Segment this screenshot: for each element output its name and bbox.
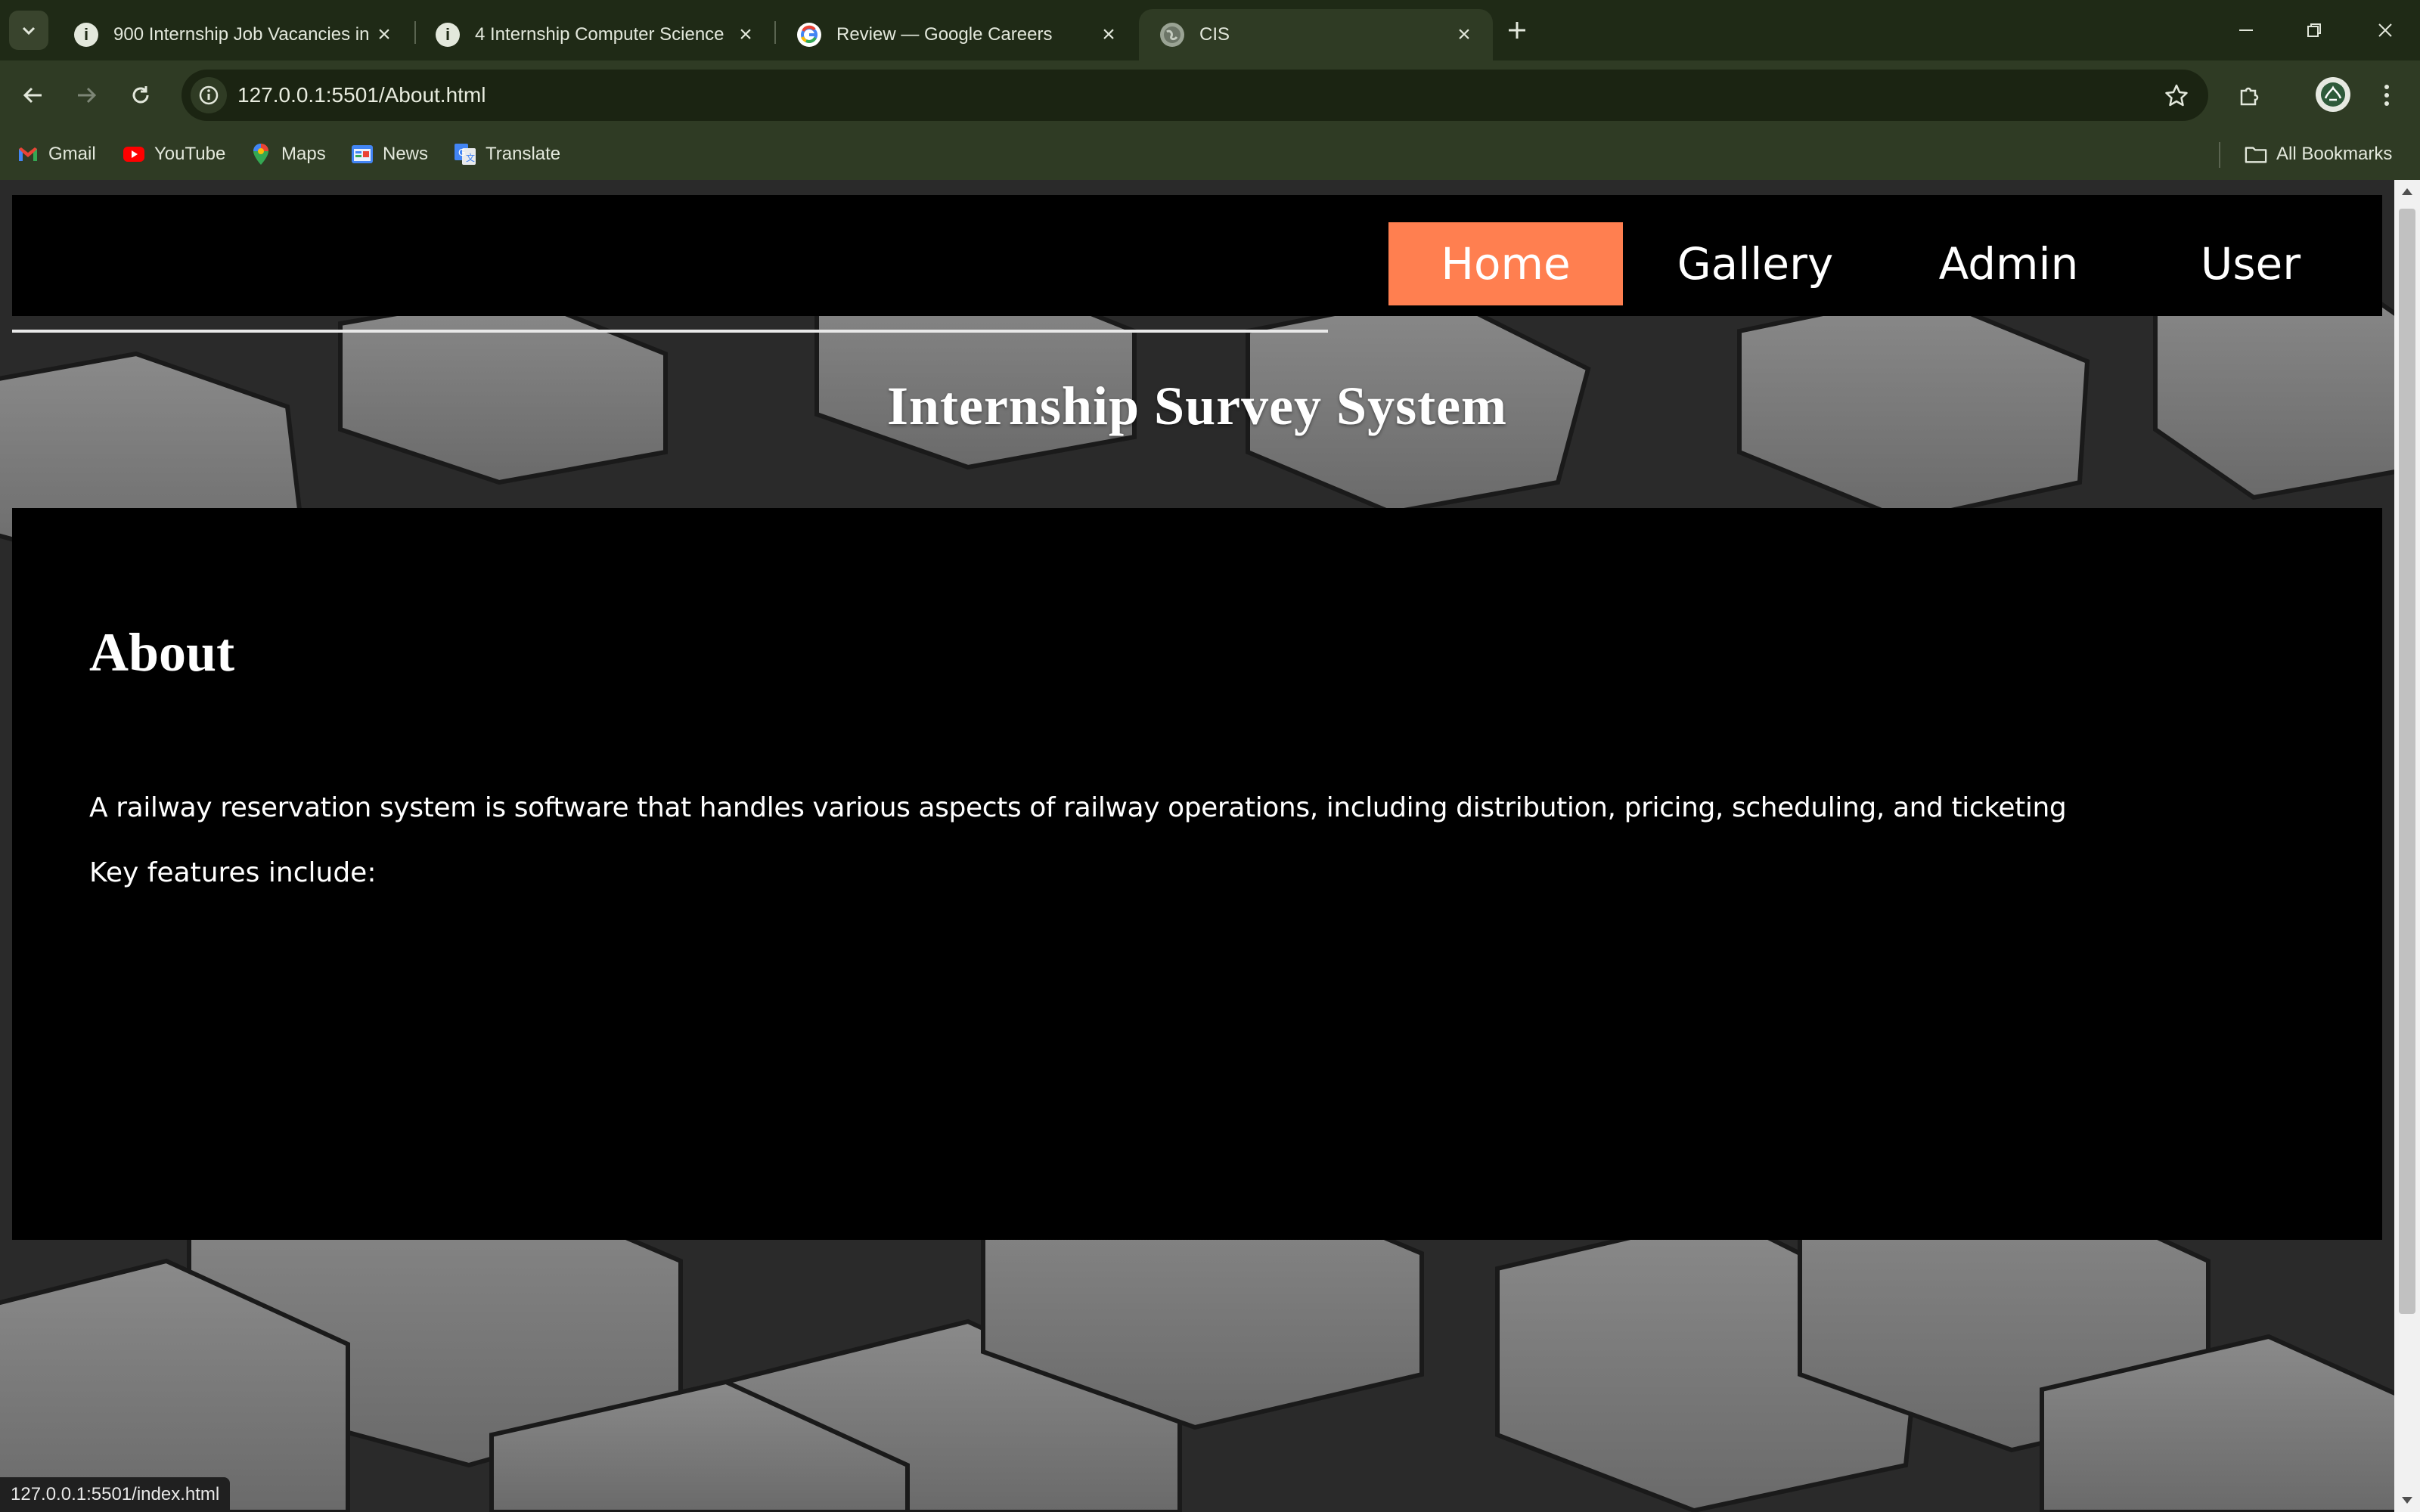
google-icon	[797, 23, 821, 47]
folder-icon	[2245, 143, 2267, 166]
youtube-icon	[123, 143, 145, 166]
tab-title: 4 Internship Computer Science	[475, 24, 724, 45]
translate-icon: G文	[454, 143, 476, 166]
restore-button[interactable]	[2291, 11, 2337, 50]
link-status-url: 127.0.0.1:5501/index.html	[0, 1477, 231, 1512]
new-tab-button[interactable]	[1500, 14, 1534, 47]
bookmark-label: Translate	[486, 144, 561, 164]
svg-text:文: 文	[466, 152, 475, 163]
maps-icon	[250, 143, 272, 166]
all-bookmarks-label: All Bookmarks	[2276, 144, 2393, 164]
puzzle-icon	[2240, 87, 2259, 106]
avatar-icon	[2321, 82, 2345, 107]
back-button[interactable]	[14, 76, 53, 115]
chevron-down-icon	[22, 26, 36, 36]
minimize-button[interactable]	[2223, 11, 2269, 50]
bookmark-maps[interactable]: Maps	[250, 136, 326, 172]
close-icon[interactable]: ×	[371, 21, 398, 48]
bookmarks-divider	[2219, 142, 2220, 168]
nav-home-link[interactable]: Home	[1388, 222, 1623, 305]
tab-google-careers[interactable]: Review — Google Careers ×	[776, 9, 1137, 60]
profile-avatar[interactable]	[2316, 77, 2350, 112]
bookmarks-bar: Gmail YouTube Maps News G文 Translate All…	[0, 129, 2420, 180]
about-section: About A railway reservation system is so…	[12, 508, 2382, 1240]
forward-button[interactable]	[67, 76, 106, 115]
info-icon: i	[436, 23, 460, 47]
browser-menu-button[interactable]	[2367, 76, 2406, 115]
key-features-label: Key features include:	[89, 857, 377, 888]
svg-text:G: G	[458, 147, 465, 158]
extensions-button[interactable]	[2229, 76, 2269, 115]
restore-icon	[2307, 23, 2321, 37]
close-icon[interactable]: ×	[732, 21, 759, 48]
kebab-menu-icon	[2384, 85, 2389, 106]
nav-gallery-link[interactable]: Gallery	[1638, 222, 1872, 305]
close-icon	[2378, 23, 2392, 37]
reload-icon	[132, 86, 149, 104]
bookmark-gmail[interactable]: Gmail	[17, 136, 96, 172]
close-icon[interactable]: ×	[1450, 21, 1478, 48]
tab-title: Review — Google Careers	[836, 24, 1053, 45]
nav-admin-link[interactable]: Admin	[1895, 222, 2122, 305]
page-viewport: Home Gallery Admin User Internship Surve…	[0, 180, 2394, 1512]
close-icon[interactable]: ×	[1095, 21, 1122, 48]
scroll-up-arrow-icon[interactable]	[2400, 184, 2414, 198]
tab-title: CIS	[1199, 24, 1230, 45]
about-paragraph: A railway reservation system is software…	[89, 792, 2067, 823]
scroll-down-arrow-icon[interactable]	[2400, 1494, 2414, 1507]
site-navbar: Home Gallery Admin User	[12, 195, 2382, 316]
bookmark-news[interactable]: News	[351, 136, 428, 172]
site-info-icon[interactable]	[191, 77, 227, 113]
tab-strip: i 900 Internship Job Vacancies in × i 4 …	[0, 0, 2420, 60]
nav-divider	[12, 330, 1328, 333]
url-text[interactable]: 127.0.0.1:5501/About.html	[237, 70, 486, 121]
arrow-left-icon	[23, 87, 42, 104]
bookmark-label: YouTube	[154, 144, 226, 164]
tab-title: 900 Internship Job Vacancies in	[113, 24, 370, 45]
minimize-icon	[2239, 29, 2253, 31]
bookmark-youtube[interactable]: YouTube	[123, 136, 225, 172]
tab-cis[interactable]: CIS ×	[1139, 9, 1493, 60]
tab-search-button[interactable]	[9, 11, 48, 50]
address-bar[interactable]: 127.0.0.1:5501/About.html	[182, 70, 2208, 121]
news-icon	[351, 143, 374, 166]
gmail-icon	[17, 143, 39, 166]
info-icon: i	[74, 23, 98, 47]
reload-button[interactable]	[121, 76, 160, 115]
nav-user-link[interactable]: User	[2137, 222, 2364, 305]
bookmark-star-icon[interactable]	[2161, 80, 2192, 110]
site-title: Internship Survey System	[886, 376, 1508, 436]
about-heading: About	[89, 622, 235, 683]
bookmark-label: Maps	[281, 144, 326, 164]
arrow-right-icon	[78, 87, 97, 104]
close-window-button[interactable]	[2363, 11, 2408, 50]
tab-internship-vacancies[interactable]: i 900 Internship Job Vacancies in ×	[53, 9, 413, 60]
bookmark-translate[interactable]: G文 Translate	[454, 136, 560, 172]
plus-icon	[1509, 22, 1525, 39]
scroll-thumb[interactable]	[2399, 209, 2415, 1314]
browser-toolbar: 127.0.0.1:5501/About.html	[0, 60, 2420, 129]
tab-internship-computer-science[interactable]: i 4 Internship Computer Science ×	[414, 9, 774, 60]
globe-icon	[1160, 23, 1184, 47]
bookmark-label: Gmail	[48, 144, 96, 164]
all-bookmarks-button[interactable]: All Bookmarks	[2245, 136, 2392, 172]
bookmark-label: News	[383, 144, 429, 164]
page-scrollbar[interactable]	[2394, 180, 2420, 1512]
